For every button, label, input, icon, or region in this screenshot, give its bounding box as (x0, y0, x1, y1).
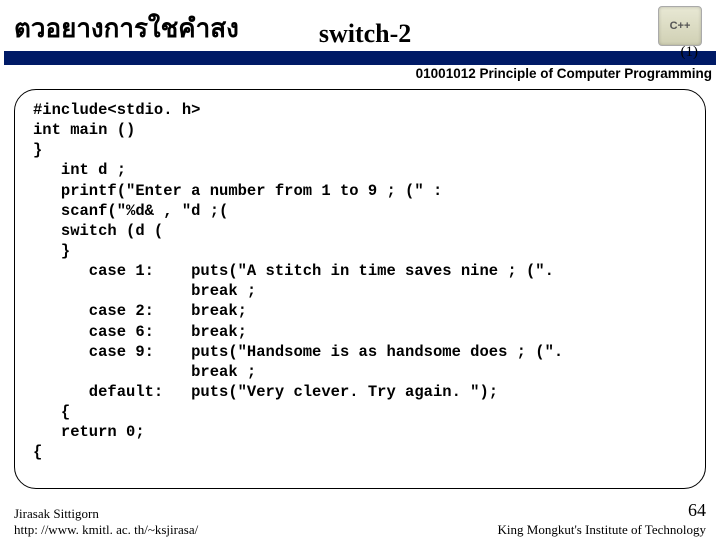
cpp-badge-icon: C++ (658, 6, 702, 46)
slide-title-center: switch-2 (319, 19, 411, 49)
institution: King Mongkut's Institute of Technology (498, 522, 706, 537)
part-number: (1) (681, 44, 699, 61)
slide-title-left: ตวอยางการใชคำสง (14, 8, 239, 49)
author-url: http: //www. kmitl. ac. th/~ksjirasa/ (14, 522, 198, 538)
code-listing: #include<stdio. h> int main () } int d ;… (33, 100, 689, 463)
code-frame: #include<stdio. h> int main () } int d ;… (14, 89, 706, 489)
page-number: 64 (498, 499, 706, 522)
footer: Jirasak Sittigorn http: //www. kmitl. ac… (0, 499, 720, 538)
footer-right: 64 King Mongkut's Institute of Technolog… (498, 499, 706, 538)
divider-bar (4, 51, 716, 65)
course-code-line: 01001012 Principle of Computer Programmi… (0, 65, 720, 81)
header: ตวอยางการใชคำสง switch-2 C++ (0, 0, 720, 51)
footer-left: Jirasak Sittigorn http: //www. kmitl. ac… (14, 506, 198, 539)
author-name: Jirasak Sittigorn (14, 506, 198, 522)
